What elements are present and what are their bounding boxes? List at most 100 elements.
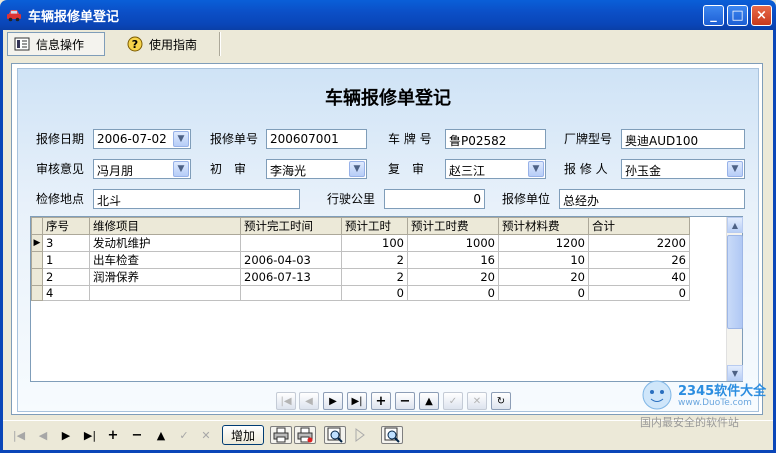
column-header[interactable]: 预计完工时间 bbox=[240, 217, 342, 235]
minimize-button[interactable]: _ bbox=[703, 5, 724, 26]
table-cell[interactable]: 16 bbox=[407, 251, 499, 269]
reporter-combo[interactable]: 孙玉金 ▼ bbox=[621, 159, 745, 179]
table-cell[interactable]: 10 bbox=[498, 251, 589, 269]
table-cell[interactable]: 1 bbox=[42, 251, 90, 269]
bottom-first-button[interactable]: |◀ bbox=[10, 426, 28, 444]
table-row[interactable]: 2 润滑保养 2006-07-13 2 20 20 40 bbox=[31, 268, 690, 286]
table-cell[interactable]: 2 bbox=[341, 251, 408, 269]
first-review-combo[interactable]: 李海光 ▼ bbox=[266, 159, 367, 179]
table-cell[interactable]: 出车检查 bbox=[89, 251, 241, 269]
unit-field[interactable]: 总经办 bbox=[559, 189, 745, 209]
nav-edit-button[interactable]: ▲ bbox=[419, 392, 439, 410]
repair-no-label: 报修单号 bbox=[210, 132, 259, 146]
table-cell[interactable]: 0 bbox=[588, 285, 690, 301]
column-header[interactable]: 合计 bbox=[588, 217, 690, 235]
column-header[interactable]: 预计材料费 bbox=[498, 217, 589, 235]
grid-header-row: 序号 维修项目 预计完工时间 预计工时 预计工时费 预计材料费 合计 bbox=[31, 217, 690, 235]
scroll-thumb[interactable] bbox=[727, 235, 743, 329]
bottom-next-button[interactable]: ▶ bbox=[57, 426, 75, 444]
second-review-value: 赵三江 bbox=[449, 164, 486, 178]
table-cell[interactable]: 3 bbox=[42, 234, 90, 252]
table-cell[interactable]: 0 bbox=[498, 285, 589, 301]
table-cell[interactable]: 1000 bbox=[407, 234, 499, 252]
table-cell[interactable] bbox=[240, 285, 342, 301]
repair-date-field[interactable]: 2006-07-02 ▼ bbox=[93, 129, 191, 149]
table-cell[interactable]: 0 bbox=[407, 285, 499, 301]
table-cell[interactable]: 4 bbox=[42, 285, 90, 301]
chevron-down-icon[interactable]: ▼ bbox=[528, 161, 544, 177]
chevron-down-icon[interactable]: ▼ bbox=[173, 131, 189, 147]
table-cell[interactable]: 2 bbox=[42, 268, 90, 286]
bottom-prior-button[interactable]: ◀ bbox=[34, 426, 52, 444]
nav-refresh-button[interactable]: ↻ bbox=[491, 392, 511, 410]
column-header[interactable]: 预计工时费 bbox=[407, 217, 499, 235]
nav-delete-button[interactable]: − bbox=[395, 392, 415, 410]
table-cell[interactable]: 润滑保养 bbox=[89, 268, 241, 286]
play-icon[interactable] bbox=[350, 426, 370, 444]
tab-info-operations[interactable]: 信息操作 bbox=[7, 32, 105, 56]
table-cell[interactable]: 100 bbox=[341, 234, 408, 252]
location-field[interactable]: 北斗 bbox=[93, 189, 300, 209]
table-cell[interactable]: 1200 bbox=[498, 234, 589, 252]
mileage-field[interactable]: 0 bbox=[384, 189, 485, 209]
repair-date-label: 报修日期 bbox=[36, 132, 85, 146]
repair-items-grid[interactable]: 序号 维修项目 预计完工时间 预计工时 预计工时费 预计材料费 合计 ▶ 3 发… bbox=[30, 216, 743, 382]
bottom-cancel-button[interactable]: ✕ bbox=[197, 426, 215, 444]
print-preview-button[interactable] bbox=[294, 426, 316, 444]
table-row[interactable]: 1 出车检查 2006-04-03 2 16 10 26 bbox=[31, 251, 690, 269]
find-button[interactable] bbox=[381, 426, 403, 444]
plate-no-label: 车 牌 号 bbox=[388, 132, 432, 146]
column-header[interactable]: 维修项目 bbox=[89, 217, 241, 235]
nav-post-button[interactable]: ✓ bbox=[443, 392, 463, 410]
nav-last-button[interactable]: ▶| bbox=[347, 392, 367, 410]
nav-insert-button[interactable]: + bbox=[371, 392, 391, 410]
chevron-down-icon[interactable]: ▼ bbox=[727, 161, 743, 177]
plate-no-field[interactable]: 鲁P02582 bbox=[445, 129, 546, 149]
bottom-insert-button[interactable]: + bbox=[104, 426, 122, 444]
tab-user-guide[interactable]: ? 使用指南 bbox=[121, 32, 213, 56]
printer-icon bbox=[273, 427, 289, 443]
table-cell[interactable]: 20 bbox=[407, 268, 499, 286]
nav-next-button[interactable]: ▶ bbox=[323, 392, 343, 410]
maximize-button[interactable]: □ bbox=[727, 5, 748, 26]
nav-cancel-button[interactable]: ✕ bbox=[467, 392, 487, 410]
table-cell[interactable]: 2006-04-03 bbox=[240, 251, 342, 269]
close-button[interactable]: × bbox=[751, 5, 772, 26]
grid-vertical-scrollbar[interactable]: ▲ ▼ bbox=[726, 217, 743, 381]
nav-first-button[interactable]: |◀ bbox=[276, 392, 296, 410]
window-title: 车辆报修单登记 bbox=[28, 10, 120, 25]
bottom-last-button[interactable]: ▶| bbox=[80, 426, 100, 444]
column-header[interactable]: 预计工时 bbox=[341, 217, 408, 235]
chevron-down-icon[interactable]: ▼ bbox=[349, 161, 365, 177]
print-button[interactable] bbox=[270, 426, 292, 444]
table-row[interactable]: ▶ 3 发动机维护 100 1000 1200 2200 bbox=[31, 234, 690, 252]
bottom-edit-button[interactable]: ▲ bbox=[152, 426, 170, 444]
audit-opinion-label: 审核意见 bbox=[36, 162, 85, 176]
search-button[interactable] bbox=[324, 426, 346, 444]
bottom-post-button[interactable]: ✓ bbox=[175, 426, 193, 444]
audit-opinion-combo[interactable]: 冯月朋 ▼ bbox=[93, 159, 191, 179]
car-icon bbox=[7, 10, 21, 22]
table-cell[interactable]: 2 bbox=[341, 268, 408, 286]
model-field[interactable]: 奥迪AUD100 bbox=[621, 129, 745, 149]
table-cell[interactable]: 2006-07-13 bbox=[240, 268, 342, 286]
table-cell[interactable] bbox=[240, 234, 342, 252]
table-cell[interactable]: 26 bbox=[588, 251, 690, 269]
second-review-combo[interactable]: 赵三江 ▼ bbox=[445, 159, 546, 179]
table-cell[interactable]: 40 bbox=[588, 268, 690, 286]
bottom-delete-button[interactable]: − bbox=[128, 426, 146, 444]
column-header[interactable]: 序号 bbox=[42, 217, 90, 235]
table-cell[interactable]: 发动机维护 bbox=[89, 234, 241, 252]
table-cell[interactable]: 0 bbox=[341, 285, 408, 301]
scroll-up-icon[interactable]: ▲ bbox=[727, 217, 743, 233]
chevron-down-icon[interactable]: ▼ bbox=[173, 161, 189, 177]
table-cell[interactable] bbox=[89, 285, 241, 301]
table-cell[interactable]: 20 bbox=[498, 268, 589, 286]
table-row[interactable]: 4 0 0 0 0 bbox=[31, 285, 690, 301]
repair-no-field[interactable]: 200607001 bbox=[266, 129, 367, 149]
table-cell[interactable]: 2200 bbox=[588, 234, 690, 252]
add-button[interactable]: 增加 bbox=[222, 425, 264, 445]
watermark-brand: 2345软件大全 bbox=[678, 384, 767, 399]
first-review-value: 李海光 bbox=[270, 164, 307, 178]
nav-prior-button[interactable]: ◀ bbox=[299, 392, 319, 410]
